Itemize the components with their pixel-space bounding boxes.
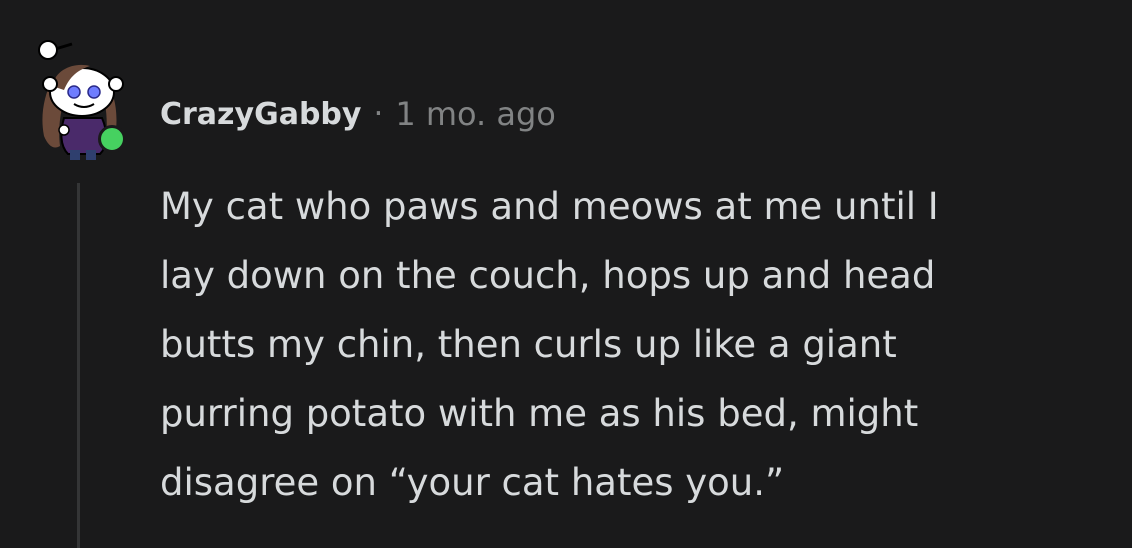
comment-meta: CrazyGabby · 1 mo. ago [160,92,556,136]
meta-separator: · [373,96,384,132]
snoo-antenna-icon [38,40,73,60]
thread-collapse-line[interactable] [77,183,80,548]
comment-body: My cat who paws and meows at me until I … [160,185,939,504]
online-status-indicator [98,125,126,153]
comment-author[interactable]: CrazyGabby [160,97,361,132]
comment-timestamp[interactable]: 1 mo. ago [395,95,556,133]
